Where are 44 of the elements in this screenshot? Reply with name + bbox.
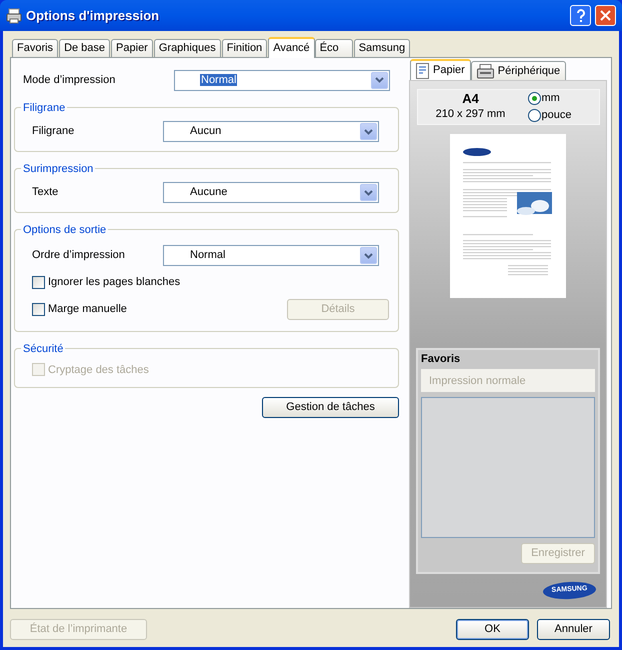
group-title: Surimpression xyxy=(21,161,96,178)
tab[interactable]: Samsung xyxy=(354,39,410,57)
tab[interactable]: Périphérique xyxy=(470,61,566,80)
paper-size: A4 xyxy=(462,91,479,106)
checkbox-label: Cryptage des tâches xyxy=(48,362,149,378)
tab[interactable]: De base xyxy=(59,39,110,57)
tab[interactable]: Papier xyxy=(111,39,153,57)
dropdown[interactable]: Aucun xyxy=(163,121,379,142)
tab[interactable]: Graphiques xyxy=(154,39,221,57)
group-title: Filigrane xyxy=(21,100,68,116)
field-label: Filigrane xyxy=(32,124,76,140)
tab[interactable]: Papier xyxy=(410,59,471,80)
dropdown[interactable]: Normal xyxy=(174,70,390,90)
radio-label: mm xyxy=(542,91,560,106)
field-label: Ordre d’impression xyxy=(32,248,126,264)
tab[interactable]: Finition xyxy=(222,39,268,57)
checkbox-label: Ignorer les pages blanches xyxy=(48,275,180,290)
checkbox[interactable] xyxy=(32,276,45,289)
tab[interactable]: Éco xyxy=(314,39,353,57)
paper-dimensions: 210 x 297 mm xyxy=(436,107,506,122)
favorite-name-field[interactable]: Impression normale xyxy=(421,369,595,392)
question-mark-icon xyxy=(576,9,586,22)
field-label: Texte xyxy=(32,185,60,200)
close-button[interactable] xyxy=(595,5,616,26)
printer-icon xyxy=(6,8,22,24)
favorites-title: Favoris xyxy=(421,352,462,367)
tab[interactable]: Favoris xyxy=(12,39,58,57)
close-icon xyxy=(600,10,611,21)
document-icon xyxy=(416,62,429,78)
cancel-button[interactable]: Annuler xyxy=(537,619,610,640)
window-title: Options d'impression xyxy=(26,6,160,25)
radio-button[interactable] xyxy=(528,92,540,105)
help-button[interactable] xyxy=(570,5,591,26)
group-title: Options de sortie xyxy=(21,222,108,238)
checkbox-label: Marge manuelle xyxy=(48,302,127,318)
field-label: Mode d’impression xyxy=(23,72,116,88)
ok-button[interactable]: OK xyxy=(456,619,529,640)
radio-button[interactable] xyxy=(528,109,540,122)
checkbox[interactable] xyxy=(32,303,45,316)
radio-label: pouce xyxy=(542,108,572,124)
job-management-button[interactable]: Gestion de tâches xyxy=(262,397,399,418)
tab[interactable]: Avancé xyxy=(268,37,315,58)
dropdown[interactable]: Aucune xyxy=(163,182,379,203)
dropdown[interactable]: Normal xyxy=(163,245,379,266)
